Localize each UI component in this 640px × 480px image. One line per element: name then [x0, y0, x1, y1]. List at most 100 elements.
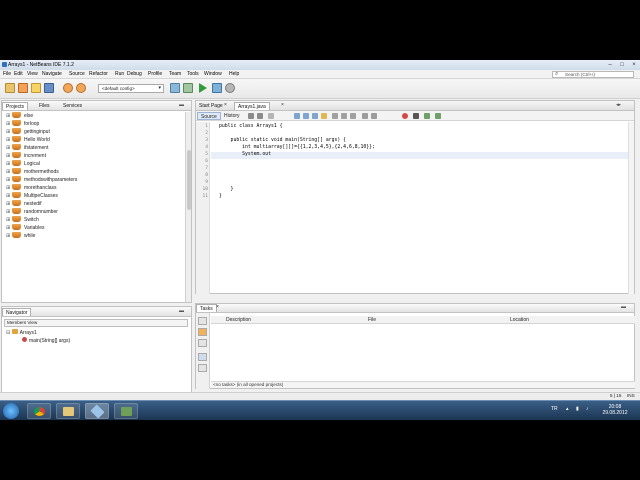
profile-icon[interactable]: [225, 83, 235, 93]
menu-edit[interactable]: Edit: [14, 71, 23, 77]
menu-refactor[interactable]: Refactor: [89, 71, 108, 77]
maximize-button[interactable]: □: [616, 61, 628, 69]
scope-file-icon[interactable]: [198, 339, 207, 347]
project-item[interactable]: ⊞ Hello World: [6, 136, 176, 144]
menu-help[interactable]: Help: [229, 71, 239, 77]
previous-bookmark-icon[interactable]: [332, 113, 338, 119]
source-view-button[interactable]: Source: [197, 112, 221, 120]
build-hammer-icon[interactable]: [170, 83, 180, 93]
debug-icon[interactable]: [212, 83, 222, 93]
tab-navigator[interactable]: Navigator: [2, 308, 32, 316]
scope-main-project-icon[interactable]: [198, 317, 207, 325]
minimize-panel-icon[interactable]: ▬: [621, 304, 626, 310]
close-button[interactable]: ×: [628, 61, 640, 69]
tab-files[interactable]: Files: [36, 102, 53, 110]
new-project-icon[interactable]: [18, 83, 28, 93]
minimize-panel-icon[interactable]: ▬: [179, 102, 184, 108]
menu-debug[interactable]: Debug: [127, 71, 142, 77]
volume-icon[interactable]: ♪: [586, 406, 589, 412]
project-item[interactable]: ⊞ randomnumber: [6, 208, 176, 216]
members-view-select[interactable]: Members View: [4, 319, 188, 327]
menu-view[interactable]: View: [27, 71, 38, 77]
group-by-icon[interactable]: [198, 353, 207, 361]
new-file-icon[interactable]: [5, 83, 15, 93]
start-macro-icon[interactable]: [402, 113, 408, 119]
project-item[interactable]: ⊞ increment: [6, 152, 176, 160]
tab-tasks[interactable]: Tasks: [196, 304, 217, 312]
project-item[interactable]: ⊞ ifstatement: [6, 144, 176, 152]
shift-left-icon[interactable]: [362, 113, 368, 119]
toggle-bookmark-icon[interactable]: [350, 113, 356, 119]
project-item[interactable]: ⊞ methodswithparameters: [6, 176, 176, 184]
project-item[interactable]: ⊞ morethanclass: [6, 184, 176, 192]
find-previous-icon[interactable]: [294, 113, 300, 119]
filter-tasks-icon[interactable]: [198, 364, 207, 372]
run-icon[interactable]: [199, 83, 207, 93]
minimize-button[interactable]: –: [604, 61, 616, 69]
navigator-method-node[interactable]: main(String[] args): [22, 337, 70, 345]
taskbar-netbeans[interactable]: [85, 403, 109, 419]
project-item[interactable]: ⊞ MultipeClasses: [6, 192, 176, 200]
taskbar-chrome[interactable]: [27, 403, 51, 419]
uncomment-icon[interactable]: [435, 113, 441, 119]
menu-source[interactable]: Source: [69, 71, 85, 77]
next-bookmark-icon[interactable]: [341, 113, 347, 119]
taskbar-app[interactable]: [114, 403, 138, 419]
back-icon[interactable]: [248, 113, 254, 119]
save-all-icon[interactable]: [44, 83, 54, 93]
tab-services[interactable]: Services: [60, 102, 85, 110]
close-tab-icon[interactable]: ×: [216, 304, 219, 310]
project-item[interactable]: ⊞ else: [6, 112, 176, 120]
forward-icon[interactable]: [257, 113, 263, 119]
menu-team[interactable]: Team: [169, 71, 181, 77]
column-location[interactable]: Location: [510, 317, 529, 323]
toggle-highlight-icon[interactable]: [321, 113, 327, 119]
project-item[interactable]: ⊞ Logical: [6, 160, 176, 168]
find-selection-icon[interactable]: [312, 113, 318, 119]
comment-icon[interactable]: [424, 113, 430, 119]
project-item[interactable]: ⊞ while: [6, 232, 176, 240]
tab-projects[interactable]: Projects: [2, 102, 29, 110]
project-item[interactable]: ⊞ mothermethods: [6, 168, 176, 176]
menu-run[interactable]: Run: [115, 71, 124, 77]
project-item[interactable]: ⊞ gettinginput: [6, 128, 176, 136]
project-item[interactable]: ⊞ nestedif: [6, 200, 176, 208]
undo-icon[interactable]: [63, 83, 73, 93]
project-item[interactable]: ⊞ forloop: [6, 120, 176, 128]
column-description[interactable]: Description: [226, 317, 251, 323]
menu-window[interactable]: Window: [204, 71, 222, 77]
input-language[interactable]: TR: [551, 406, 558, 412]
close-tab-icon[interactable]: ×: [281, 102, 284, 108]
open-project-icon[interactable]: [31, 83, 41, 93]
clean-build-icon[interactable]: [183, 83, 193, 93]
configuration-select[interactable]: <default config> ▾: [98, 84, 164, 93]
history-view-button[interactable]: History: [221, 112, 243, 120]
shift-right-icon[interactable]: [371, 113, 377, 119]
editor-scrollbar[interactable]: [628, 122, 634, 294]
close-tab-icon[interactable]: ×: [224, 102, 227, 108]
menu-profile[interactable]: Profile: [148, 71, 162, 77]
windows-start-button[interactable]: [3, 403, 19, 419]
tab-start-page[interactable]: Start Page: [196, 102, 226, 110]
minimize-panel-icon[interactable]: ▬: [179, 308, 184, 314]
scrollbar-thumb[interactable]: [187, 150, 191, 210]
project-item[interactable]: ⊞ Switch: [6, 216, 176, 224]
scope-opened-projects-icon[interactable]: [198, 328, 207, 336]
redo-icon[interactable]: [76, 83, 86, 93]
tab-arrays1-java[interactable]: Arrays1.java: [234, 102, 270, 110]
network-icon[interactable]: ▮: [576, 406, 579, 412]
tray-expand-icon[interactable]: ▴: [566, 406, 569, 412]
menu-tools[interactable]: Tools: [187, 71, 199, 77]
column-file[interactable]: File: [368, 317, 376, 323]
last-edit-icon[interactable]: [268, 113, 274, 119]
system-clock[interactable]: 20:08 29.08.2012: [598, 404, 632, 416]
find-next-icon[interactable]: [303, 113, 309, 119]
taskbar-explorer[interactable]: [56, 403, 80, 419]
code-area[interactable]: public class Arrays1 { public static voi…: [211, 122, 631, 294]
project-item[interactable]: ⊞ Variables: [6, 224, 176, 232]
search-box[interactable]: ⌕ Search (Ctrl+I): [552, 71, 634, 78]
stop-macro-icon[interactable]: [413, 113, 419, 119]
tab-list-icon[interactable]: ◂▸: [616, 102, 621, 108]
navigator-class-node[interactable]: ⊟ Arrays1: [6, 329, 37, 337]
projects-scrollbar[interactable]: [185, 112, 191, 302]
